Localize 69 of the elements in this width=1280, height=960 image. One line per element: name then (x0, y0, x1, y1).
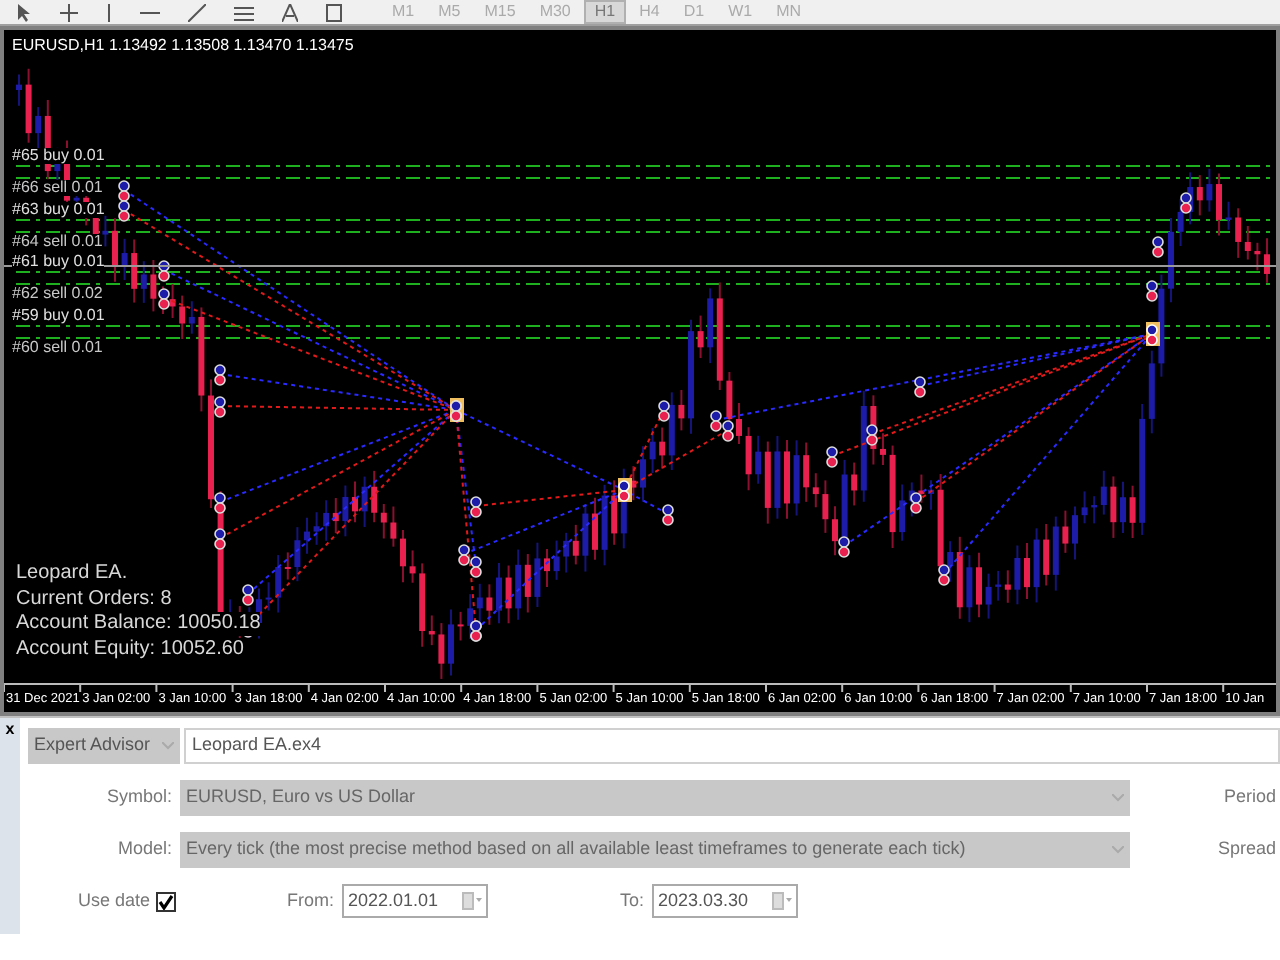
order-marker (618, 478, 632, 502)
timeframe-button[interactable]: M5 (428, 0, 471, 24)
text-tool-icon[interactable] (282, 3, 298, 21)
dropdown-value: EURUSD, Euro vs US Dollar (186, 784, 416, 811)
order-marker (158, 260, 170, 282)
timeframe-button[interactable]: MN (766, 0, 812, 24)
timeframe-button[interactable]: H1 (584, 0, 626, 24)
dropdown-label: Expert Advisor (34, 732, 151, 759)
order-label: #59 buy 0.01 (12, 308, 105, 324)
timeframe-button[interactable]: M30 (529, 0, 581, 24)
date-field[interactable]: 2022.01.01 (342, 884, 488, 918)
timeframe-button[interactable]: M1 (382, 0, 425, 24)
date-value: 2022.01.01 (348, 887, 439, 914)
expert-advisor-dropdown[interactable]: Expert Advisor (28, 728, 180, 764)
trendline-icon[interactable] (188, 3, 206, 21)
order-marker (826, 446, 838, 468)
order-marker (470, 496, 482, 518)
account-info-text: Current Orders: 8 (16, 587, 172, 611)
model-dropdown[interactable]: Every tick (the most precise method based on all available least timeframes to generate each tick) (180, 832, 1130, 868)
order-label: #62 sell 0.02 (12, 286, 103, 302)
field-label: To: (617, 887, 646, 914)
order-label: #66 sell 0.01 (12, 180, 103, 196)
order-label: #64 sell 0.01 (12, 234, 103, 250)
order-label: #61 buy 0.01 (12, 254, 105, 270)
crosshair-icon[interactable] (60, 3, 78, 21)
close-button[interactable]: x (5, 720, 15, 738)
field-label: Use date (75, 887, 152, 914)
use-date-checkbox[interactable] (156, 891, 176, 911)
order-marker (1180, 192, 1192, 214)
cursor-icon[interactable] (16, 3, 32, 21)
order-marker (658, 400, 670, 422)
order-marker (1152, 236, 1164, 258)
order-marker (910, 492, 922, 514)
order-marker (1146, 322, 1160, 346)
field-label: Spread (1217, 836, 1278, 863)
timeframe-button[interactable]: M15 (474, 0, 526, 24)
date-field[interactable]: 2023.03.30 (652, 884, 798, 918)
order-marker (914, 376, 926, 398)
account-info-text: Account Equity: 10052.60 (16, 637, 244, 661)
order-marker (158, 288, 170, 310)
order-marker (662, 504, 674, 526)
field-label: Period (1223, 784, 1278, 811)
horizontal-line-icon[interactable] (140, 9, 160, 15)
field-label: From: (285, 887, 336, 914)
account-info-text: Leopard EA. (16, 562, 128, 586)
order-marker (214, 396, 226, 418)
order-marker (214, 492, 226, 514)
date-value: 2023.03.30 (658, 887, 749, 914)
account-info-text: Account Balance: 10050.18 (16, 612, 261, 636)
order-label: #65 buy 0.01 (12, 148, 105, 164)
field-label: Symbol: (104, 784, 174, 811)
order-marker (866, 424, 878, 446)
vertical-line-icon[interactable] (106, 3, 112, 21)
order-marker (214, 528, 226, 550)
order-marker (838, 536, 850, 558)
field-label: Model: (115, 836, 174, 863)
dropdown-value: Every tick (the most precise method based on all available least timeframes to generate each tick) (186, 836, 966, 863)
order-label: #63 buy 0.01 (12, 202, 105, 218)
order-label: #60 sell 0.01 (12, 340, 103, 356)
timeframe-button[interactable]: D1 (673, 0, 715, 24)
chart-title: EURUSD,H1 1.13492 1.13508 1.13470 1.13475 (12, 36, 354, 56)
symbol-dropdown[interactable]: EURUSD, Euro vs US Dollar (180, 780, 1130, 816)
timeframe-button[interactable]: W1 (718, 0, 763, 24)
order-marker (214, 364, 226, 386)
order-marker (242, 584, 254, 606)
order-marker (938, 564, 950, 586)
expert-file-field[interactable]: Leopard EA.ex4 (184, 728, 1280, 764)
timeframe-button[interactable]: H4 (629, 0, 670, 24)
order-marker (1146, 280, 1158, 302)
